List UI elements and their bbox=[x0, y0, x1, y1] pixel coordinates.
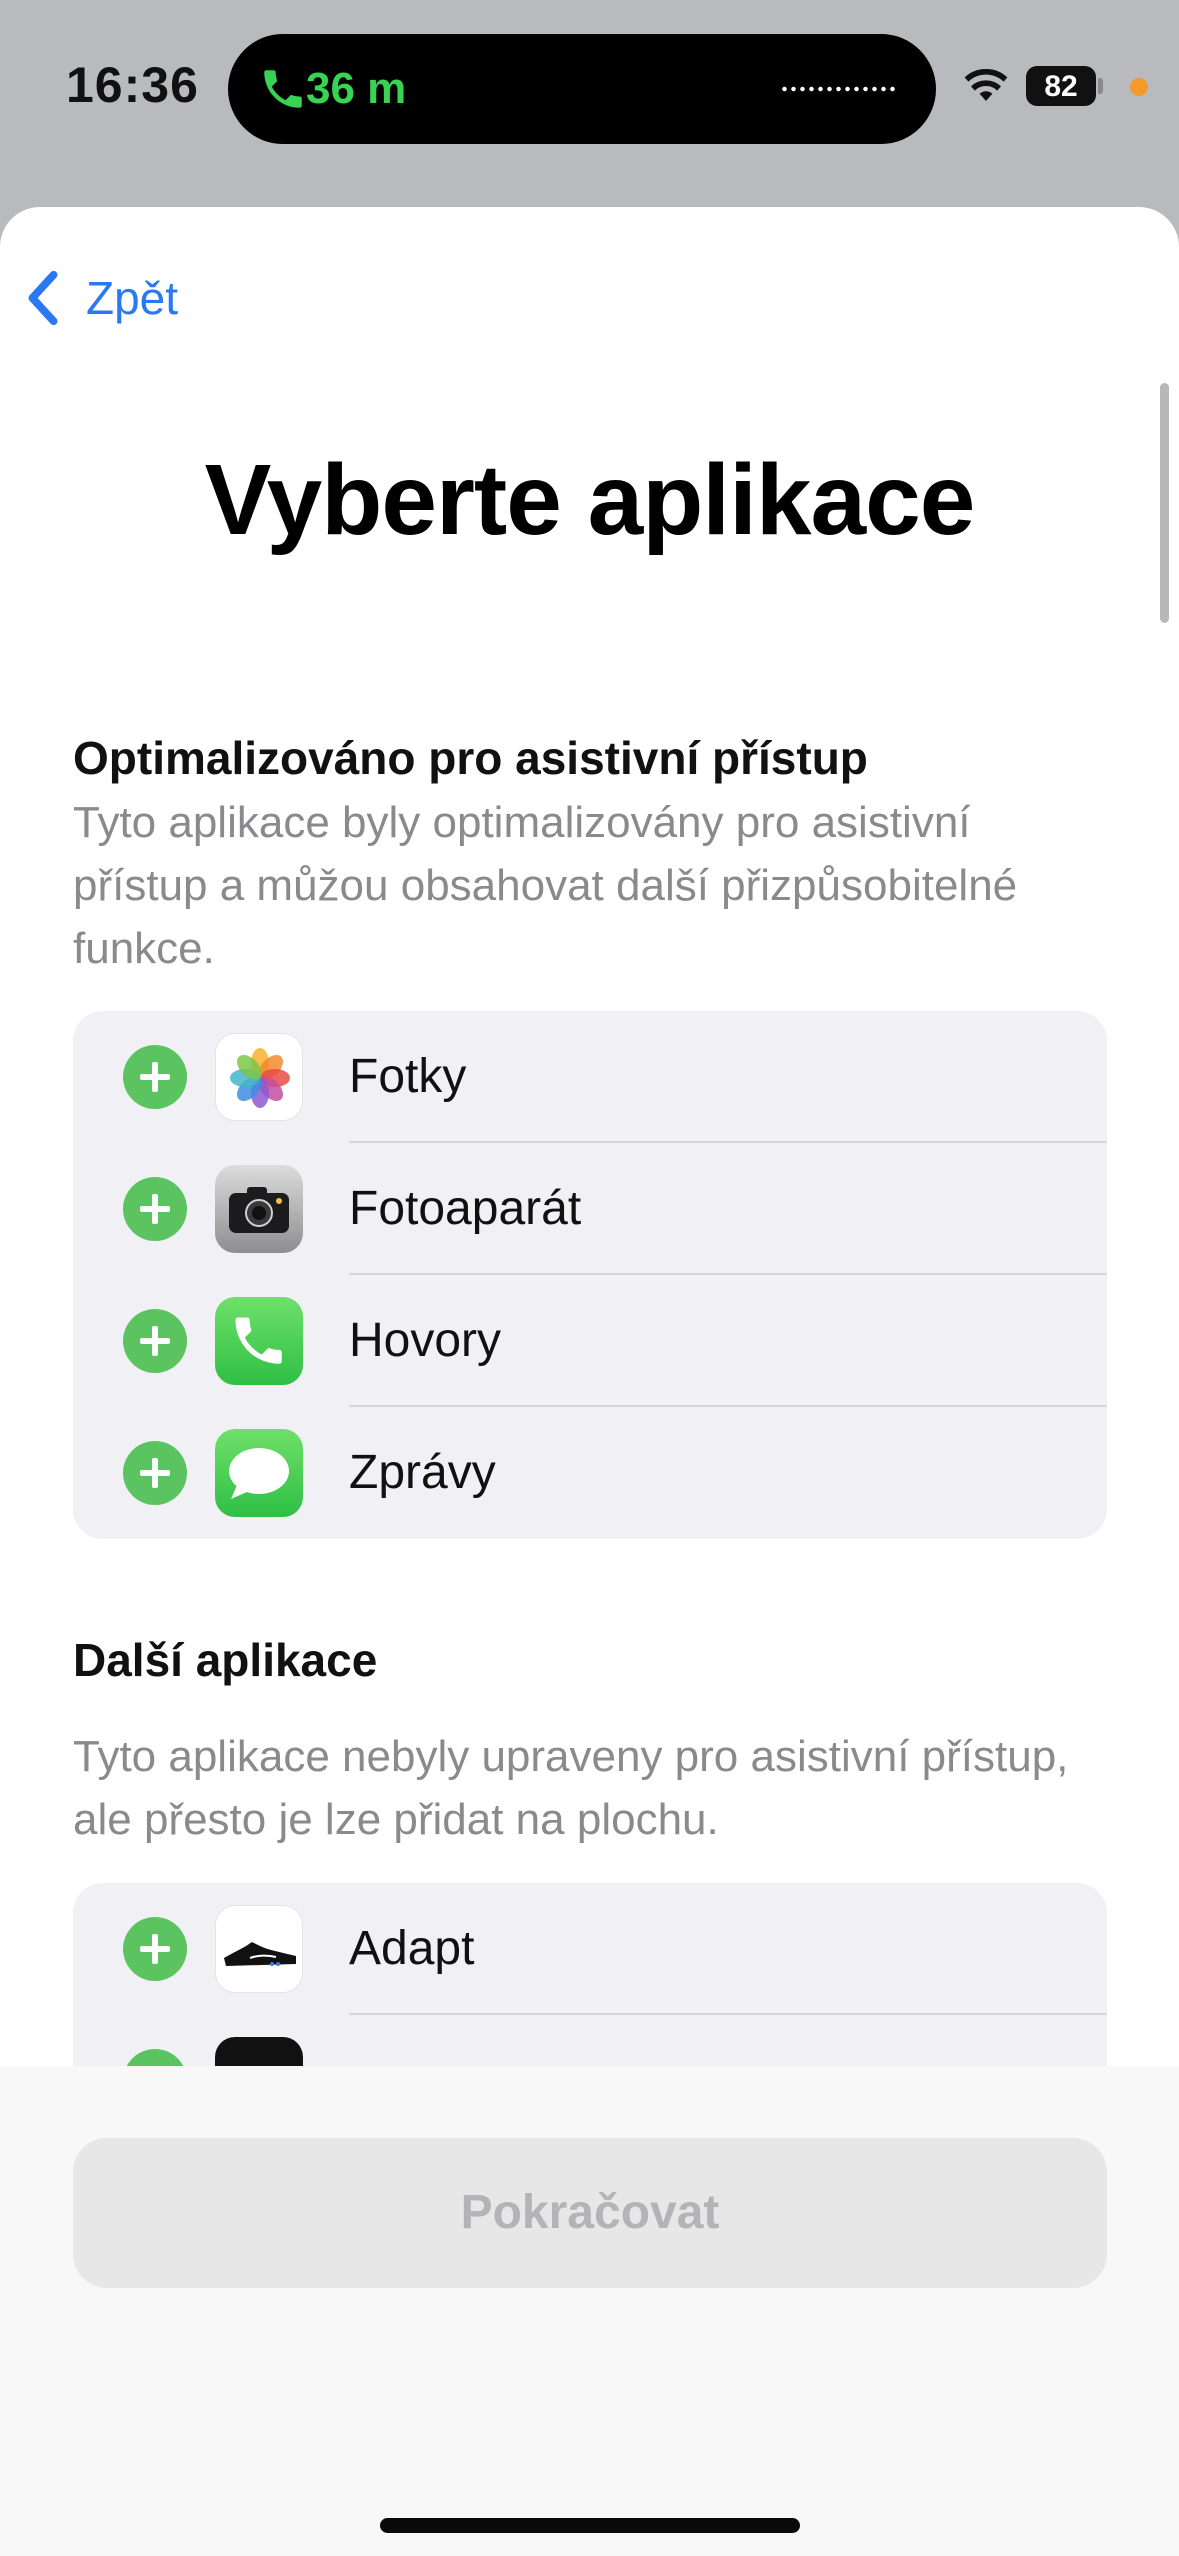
chevron-left-icon bbox=[28, 270, 58, 326]
section-description-other: Tyto aplikace nebyly upraveny pro asisti… bbox=[73, 1732, 1069, 1844]
list-item[interactable]: Hovory bbox=[73, 1275, 1107, 1407]
continue-button[interactable]: Pokračovat bbox=[73, 2138, 1107, 2288]
home-indicator[interactable] bbox=[380, 2518, 800, 2533]
battery-icon: 82 bbox=[1026, 66, 1096, 106]
app-label: Hovory bbox=[349, 1314, 502, 1367]
section-description-optimized: Tyto aplikace byly optimalizovány pro as… bbox=[73, 798, 1018, 973]
back-label: Zpět bbox=[86, 272, 179, 324]
list-item[interactable]: Adapt bbox=[73, 1883, 1107, 2015]
page-title: Vyberte aplikace bbox=[204, 444, 976, 556]
app-label: Zprávy bbox=[349, 1446, 496, 1499]
add-button[interactable] bbox=[123, 1177, 187, 1241]
section-title-optimized: Optimalizováno pro asistivní přístup bbox=[73, 732, 868, 784]
battery-nub bbox=[1098, 78, 1103, 94]
app-label: Fotky bbox=[349, 1050, 467, 1103]
section-title-other: Další aplikace bbox=[73, 1634, 378, 1686]
messages-icon bbox=[215, 1429, 303, 1517]
nike-shoe-icon bbox=[215, 1905, 303, 1993]
wifi-icon bbox=[964, 68, 1008, 101]
select-apps-sheet: Zpět Vyberte aplikace Optimalizováno pro… bbox=[0, 207, 1179, 2556]
back-button[interactable]: Zpět bbox=[26, 263, 178, 333]
phone-icon bbox=[215, 1297, 303, 1385]
add-button[interactable] bbox=[123, 1045, 187, 1109]
list-item[interactable]: Fotky bbox=[73, 1011, 1107, 1143]
waveform-indicator bbox=[780, 86, 898, 92]
microphone-indicator-dot bbox=[1130, 78, 1148, 96]
other-apps-list: Adapt bbox=[73, 1883, 1107, 2083]
list-item[interactable]: Fotoaparát bbox=[73, 1143, 1107, 1275]
dynamic-island-call[interactable]: 36 m bbox=[228, 34, 936, 144]
call-duration: 36 m bbox=[306, 64, 407, 113]
app-label: Adapt bbox=[349, 1922, 475, 1975]
phone-call-icon bbox=[264, 70, 302, 108]
bottom-bar: Pokračovat bbox=[0, 2066, 1179, 2556]
status-time: 16:36 bbox=[66, 57, 199, 113]
list-item[interactable]: Zprávy bbox=[73, 1407, 1107, 1539]
add-button[interactable] bbox=[123, 1441, 187, 1505]
add-button[interactable] bbox=[123, 1917, 187, 1981]
status-bar: 16:36 36 m 82 bbox=[0, 0, 1179, 180]
optimized-apps-list: Fotky Fotoaparát Hovory Zprávy bbox=[73, 1011, 1107, 1539]
photos-icon bbox=[215, 1033, 303, 1121]
camera-icon bbox=[215, 1165, 303, 1253]
battery-level: 82 bbox=[1044, 70, 1078, 103]
add-button[interactable] bbox=[123, 1309, 187, 1373]
app-label: Fotoaparát bbox=[349, 1182, 582, 1235]
